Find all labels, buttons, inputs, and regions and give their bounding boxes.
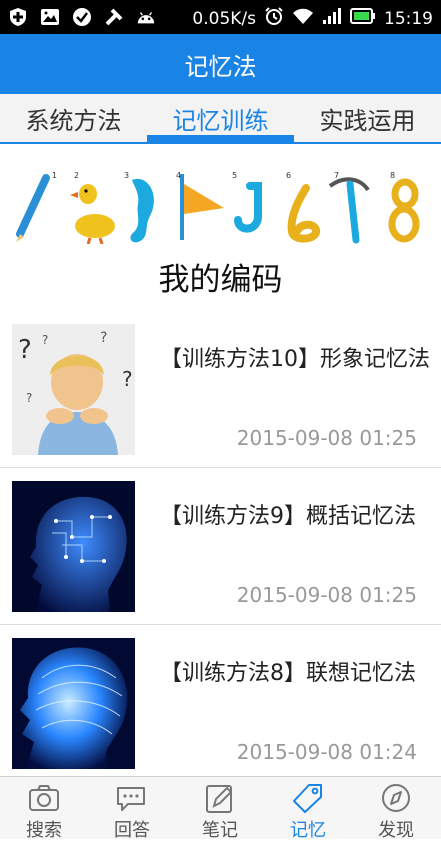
banner-number-5: 5 (232, 171, 237, 180)
status-bar: 0.05K/s 15:19 (0, 0, 441, 34)
battery-icon (350, 8, 376, 29)
nav-answer[interactable]: 回答 (88, 777, 176, 841)
check-circle-icon (72, 7, 92, 27)
signal-icon (322, 7, 342, 30)
duck-shape-icon (70, 184, 115, 244)
list-item[interactable]: 【训练方法9】概括记忆法 2015-09-08 01:25 (0, 468, 441, 625)
article-title: 【训练方法9】概括记忆法 (160, 504, 416, 529)
article-list: ? ? ? ? ? 【训练方法10】形象记忆法 2015-09-08 01:25 (0, 311, 441, 782)
android-icon (136, 7, 156, 27)
tab-practice[interactable]: 实践运用 (294, 94, 441, 142)
page-title: 记忆法 (184, 52, 257, 81)
nav-label: 搜索 (26, 820, 62, 841)
clock-time: 15:19 (384, 8, 433, 29)
pencil-icon (202, 782, 238, 814)
network-speed: 0.05K/s (192, 8, 256, 29)
list-item[interactable]: 【训练方法8】联想记忆法 2015-09-08 01:24 (0, 625, 441, 782)
number-coding-banner[interactable]: 1 2 3 4 5 6 7 8 我的编码 (0, 146, 441, 312)
banner-number-6: 6 (286, 171, 291, 180)
svg-text:?: ? (26, 391, 32, 405)
hook-shape-icon (234, 182, 262, 233)
article-date: 2015-09-08 01:25 (236, 583, 417, 607)
article-date: 2015-09-08 01:24 (236, 740, 417, 764)
nav-notes[interactable]: 笔记 (176, 777, 264, 841)
top-tabs: 系统方法 记忆训练 实践运用 (0, 94, 441, 144)
wifi-icon (292, 7, 314, 30)
article-thumbnail-head-glow (12, 638, 135, 769)
svg-text:?: ? (100, 330, 107, 346)
svg-text:?: ? (18, 335, 32, 365)
pencil-shape-icon (16, 174, 50, 242)
banner-number-8: 8 (390, 171, 395, 180)
article-thumbnail-child: ? ? ? ? ? (12, 324, 135, 455)
tab-system-methods[interactable]: 系统方法 (0, 94, 147, 142)
app-title-bar: 记忆法 (0, 34, 441, 94)
bottom-navigation: 搜索 回答 笔记 记忆 发现 (0, 776, 441, 841)
banner-number-7: 7 (334, 171, 339, 180)
alarm-icon (264, 6, 284, 31)
nav-label: 记忆 (290, 820, 326, 841)
shield-plus-icon (8, 7, 28, 27)
whistle-shape-icon (287, 184, 320, 243)
gourd-shape-icon (388, 178, 420, 243)
banner-number-3: 3 (124, 171, 129, 180)
list-item[interactable]: ? ? ? ? ? 【训练方法10】形象记忆法 2015-09-08 01:25 (0, 311, 441, 468)
flag-shape-icon (180, 174, 224, 240)
article-thumbnail-brain-network (12, 481, 135, 612)
nav-search[interactable]: 搜索 (0, 777, 88, 841)
tools-icon (104, 7, 124, 27)
article-title: 【训练方法8】联想记忆法 (160, 661, 416, 686)
banner-number-4: 4 (176, 171, 181, 180)
active-tab-indicator (147, 135, 294, 142)
my-coding-title: 我的编码 (158, 262, 283, 298)
nav-label: 回答 (114, 820, 150, 841)
camera-icon (26, 782, 62, 814)
nav-label: 笔记 (202, 820, 238, 841)
tag-icon (290, 782, 326, 814)
chat-icon (114, 782, 150, 814)
sickle-shape-icon (328, 177, 370, 244)
ear-shape-icon (130, 179, 154, 243)
banner-number-2: 2 (74, 171, 79, 180)
article-date: 2015-09-08 01:25 (236, 426, 417, 450)
nav-label: 发现 (378, 820, 414, 841)
article-title: 【训练方法10】形象记忆法 (160, 347, 430, 372)
svg-text:?: ? (122, 367, 133, 391)
number-shapes-illustration: 1 2 3 4 5 6 7 8 (16, 171, 420, 244)
nav-discover[interactable]: 发现 (352, 777, 440, 841)
compass-icon (378, 782, 414, 814)
nav-memory[interactable]: 记忆 (264, 777, 352, 841)
banner-number-1: 1 (52, 171, 57, 180)
image-icon (40, 7, 60, 27)
svg-text:?: ? (42, 333, 48, 347)
